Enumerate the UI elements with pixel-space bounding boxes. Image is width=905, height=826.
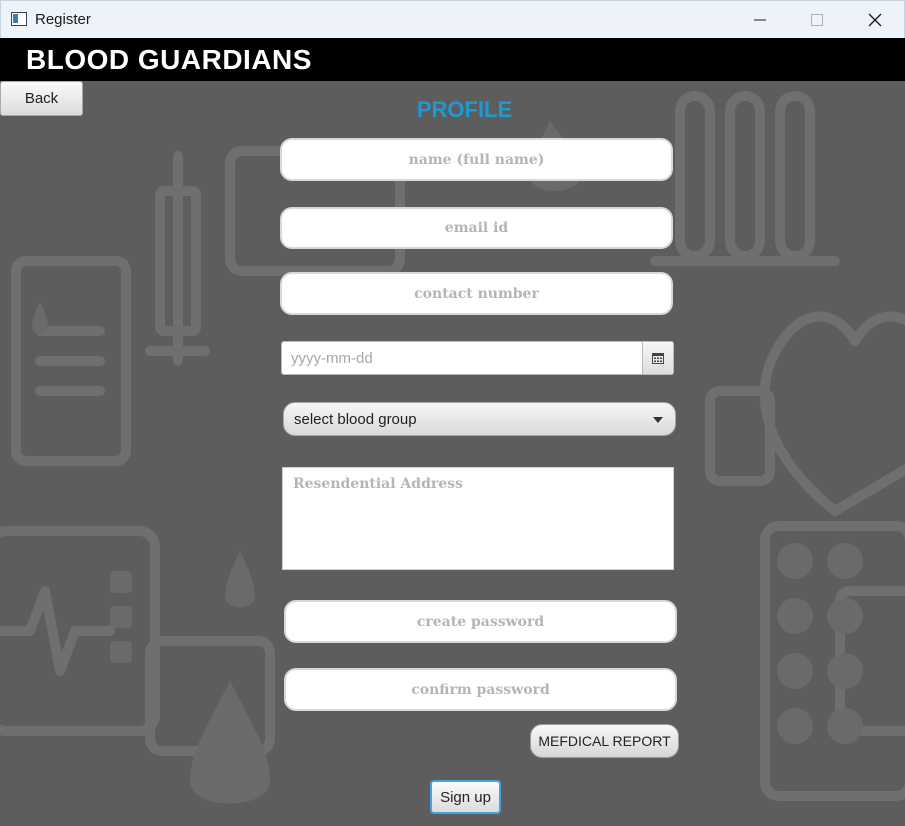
chevron-down-icon [653, 417, 663, 423]
blood-group-select[interactable]: select blood group [283, 402, 676, 436]
minimize-button[interactable] [732, 1, 788, 39]
blood-group-value: select blood group [294, 411, 417, 428]
window-title: Register [35, 11, 91, 28]
form-background [0, 81, 905, 826]
medical-background-art [0, 91, 905, 804]
date-of-birth-picker[interactable]: yyyy-mm-dd [281, 341, 674, 375]
window-app-icon [11, 12, 27, 26]
medical-report-button[interactable]: MEFDICAL REPORT [530, 724, 679, 758]
email-input[interactable]: email id [280, 207, 673, 249]
calendar-button[interactable] [642, 342, 673, 374]
maximize-icon [811, 14, 823, 26]
close-button[interactable] [847, 1, 903, 39]
maximize-button[interactable] [789, 1, 845, 39]
address-textarea[interactable]: Resendential Address [282, 467, 674, 570]
window-titlebar: Register [0, 0, 905, 38]
name-input[interactable]: name (full name) [280, 138, 673, 181]
brand-header: BLOOD GUARDIANS [0, 38, 905, 81]
date-of-birth-input[interactable]: yyyy-mm-dd [291, 350, 373, 367]
contact-number-input[interactable]: contact number [280, 272, 673, 315]
address-placeholder: Resendential Address [293, 476, 463, 492]
close-icon [868, 13, 882, 27]
minimize-icon [754, 19, 766, 21]
confirm-password-input[interactable]: confirm password [284, 668, 677, 711]
create-password-input[interactable]: create password [284, 600, 677, 643]
brand-title: BLOOD GUARDIANS [26, 44, 312, 75]
page-title: PROFILE [416, 97, 513, 122]
sign-up-button[interactable]: Sign up [430, 780, 501, 814]
calendar-icon [652, 353, 664, 364]
